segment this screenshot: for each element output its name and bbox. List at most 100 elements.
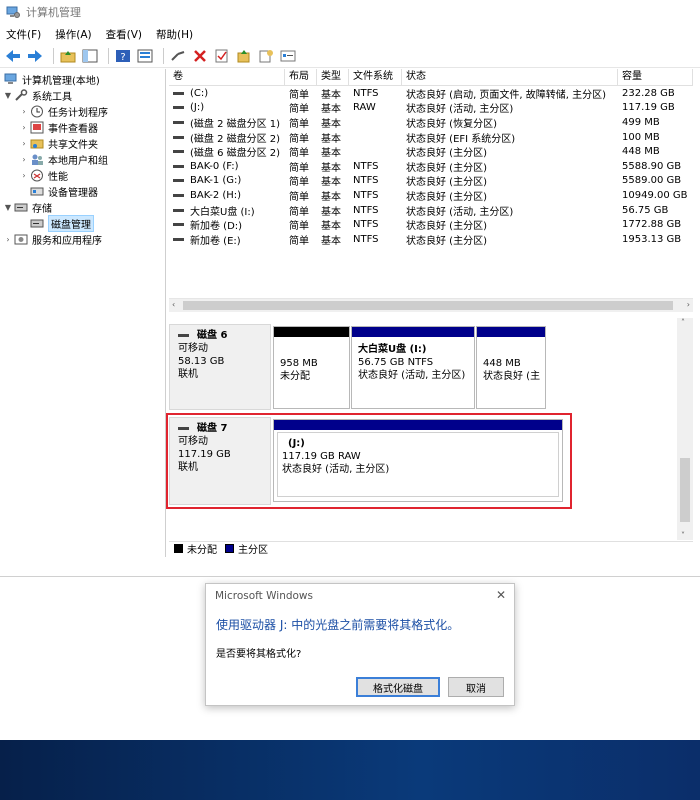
column-header-capacity[interactable]: 容量: [618, 69, 693, 85]
computer-management-window: 计算机管理 文件(F) 操作(A) 查看(V) 帮助(H) ? 计算机管理(本地…: [0, 0, 700, 577]
menu-view[interactable]: 查看(V): [106, 27, 142, 42]
help-icon[interactable]: ?: [114, 47, 132, 65]
menu-file[interactable]: 文件(F): [6, 27, 41, 42]
chevron-down-icon[interactable]: ▼: [2, 203, 14, 212]
scroll-up-icon[interactable]: ˄: [681, 318, 685, 327]
import-icon[interactable]: [235, 47, 253, 65]
scroll-right-icon[interactable]: ›: [687, 300, 690, 309]
tree-item-storage[interactable]: ▼ 存储: [0, 199, 165, 215]
type-cell: 基本: [321, 148, 341, 160]
tree-item-local-users[interactable]: › 本地用户和组: [0, 151, 165, 167]
volume-name: 新加卷 (E:): [190, 235, 241, 247]
tree-item-event-viewer[interactable]: › 事件查看器: [0, 119, 165, 135]
column-header-layout[interactable]: 布局: [285, 69, 317, 85]
volume-icon: [173, 208, 184, 212]
connect-icon[interactable]: [169, 47, 187, 65]
tree-item-root[interactable]: 计算机管理(本地): [0, 71, 165, 87]
column-header-volume[interactable]: 卷: [169, 69, 285, 85]
table-row[interactable]: BAK-2 (H:) 简单 基本 NTFS 状态良好 (主分区) 10949.00 GB: [169, 188, 693, 203]
delete-icon[interactable]: [191, 47, 209, 65]
table-row[interactable]: (J:) 简单 基本 RAW 状态良好 (活动, 主分区) 117.19 GB: [169, 101, 693, 116]
table-row[interactable]: 新加卷 (E:) 简单 基本 NTFS 状态良好 (主分区) 1953.13 GB: [169, 232, 693, 247]
tree-label: 事件查看器: [48, 123, 98, 135]
status-cell: 状态良好 (启动, 页面文件, 故障转储, 主分区): [406, 89, 607, 101]
chevron-right-icon[interactable]: ›: [18, 171, 30, 180]
chevron-right-icon[interactable]: ›: [18, 123, 30, 132]
back-arrow-icon[interactable]: [4, 47, 22, 65]
type-cell: 基本: [321, 162, 341, 174]
layout-cell: 简单: [289, 104, 309, 116]
status-cell: 状态良好 (主分区): [406, 177, 487, 189]
table-row[interactable]: 新加卷 (D:) 简单 基本 NTFS 状态良好 (主分区) 1772.88 GB: [169, 217, 693, 232]
format-disk-button[interactable]: 格式化磁盘: [356, 677, 440, 697]
chevron-right-icon[interactable]: ›: [18, 107, 30, 116]
table-row[interactable]: (磁盘 6 磁盘分区 2) 简单 基本 状态良好 (主分区) 448 MB: [169, 144, 693, 159]
vertical-scrollbar[interactable]: ˄ ˅: [677, 318, 693, 540]
volume-cell: (J:): [169, 102, 285, 113]
navigation-tree: 计算机管理(本地) ▼ 系统工具 › 任务计划程序 › 事件查看器 › 共享文件…: [0, 69, 166, 557]
volume-cell: BAK-0 (F:): [169, 161, 285, 172]
tree-item-performance[interactable]: › 性能: [0, 167, 165, 183]
type-cell: 基本: [321, 177, 341, 189]
cancel-button[interactable]: 取消: [448, 677, 504, 697]
filesystem-cell: NTFS: [353, 233, 379, 245]
show-hide-tree-icon[interactable]: [81, 47, 99, 65]
format-disk-dialog: Microsoft Windows ✕ 使用驱动器 J: 中的光盘之前需要将其格…: [205, 583, 515, 706]
volume-icon: [173, 193, 184, 197]
volume-cell: (磁盘 2 磁盘分区 1): [169, 115, 285, 130]
chevron-right-icon[interactable]: ›: [2, 235, 14, 244]
table-row[interactable]: (磁盘 2 磁盘分区 1) 简单 基本 状态良好 (恢复分区) 499 MB: [169, 115, 693, 130]
filesystem-cell: NTFS: [353, 160, 379, 172]
capacity-cell: 448 MB: [622, 146, 660, 158]
disk6-info[interactable]: 磁盘 6 可移动 58.13 GB 联机: [169, 324, 271, 410]
capacity-cell: 117.19 GB: [622, 102, 675, 114]
tree-item-device-manager[interactable]: 设备管理器: [0, 183, 165, 199]
type-cell: 基本: [321, 118, 341, 130]
check-icon[interactable]: [213, 47, 231, 65]
table-row[interactable]: 大白菜U盘 (I:) 简单 基本 NTFS 状态良好 (活动, 主分区) 56.75 GB: [169, 203, 693, 218]
chevron-right-icon[interactable]: ›: [18, 155, 30, 164]
capacity-cell: 499 MB: [622, 116, 660, 128]
tree-item-system-tools[interactable]: ▼ 系统工具: [0, 87, 165, 103]
legend-primary: 主分区: [238, 545, 268, 556]
chevron-down-icon[interactable]: ▼: [2, 91, 14, 100]
filesystem-cell: NTFS: [353, 219, 379, 231]
up-folder-icon[interactable]: [59, 47, 77, 65]
scroll-thumb[interactable]: [680, 458, 690, 522]
disk6-partition-i[interactable]: 大白菜U盘 (I:) 56.75 GB NTFS 状态良好 (活动, 主分区): [351, 326, 475, 409]
volume-icon: [173, 106, 184, 110]
close-icon[interactable]: ✕: [496, 588, 506, 602]
horizontal-scrollbar[interactable]: ‹ ›: [169, 298, 693, 312]
menu-help[interactable]: 帮助(H): [156, 27, 193, 42]
table-row[interactable]: (C:) 简单 基本 NTFS 状态良好 (启动, 页面文件, 故障转储, 主分区) 23…: [169, 86, 693, 101]
tree-item-disk-management[interactable]: 磁盘管理: [0, 214, 165, 232]
menu-action[interactable]: 操作(A): [55, 27, 91, 42]
chevron-right-icon[interactable]: ›: [18, 139, 30, 148]
tree-item-shared-folders[interactable]: › 共享文件夹: [0, 135, 165, 151]
forward-arrow-icon[interactable]: [26, 47, 44, 65]
tree-item-task-scheduler[interactable]: › 任务计划程序: [0, 103, 165, 119]
table-row[interactable]: BAK-1 (G:) 简单 基本 NTFS 状态良好 (主分区) 5589.00 GB: [169, 174, 693, 189]
table-row[interactable]: BAK-0 (F:) 简单 基本 NTFS 状态良好 (主分区) 5588.90 GB: [169, 159, 693, 174]
disk6-partition-unallocated[interactable]: 958 MB 未分配: [273, 326, 350, 409]
capacity-cell: 100 MB: [622, 131, 660, 143]
scroll-thumb[interactable]: [183, 301, 673, 310]
window-title: 计算机管理: [26, 6, 81, 19]
column-header-status[interactable]: 状态: [402, 69, 618, 85]
column-header-filesystem[interactable]: 文件系统: [349, 69, 402, 85]
settings-list-icon[interactable]: [279, 47, 297, 65]
layout-cell: 简单: [289, 235, 309, 247]
tree-item-services[interactable]: › 服务和应用程序: [0, 231, 165, 247]
device-manager-icon: [30, 185, 44, 198]
tree-label: 磁盘管理: [48, 214, 94, 232]
tree-label: 服务和应用程序: [32, 235, 102, 247]
type-cell: 基本: [321, 104, 341, 116]
column-header-type[interactable]: 类型: [317, 69, 349, 85]
scroll-down-icon[interactable]: ˅: [681, 531, 685, 540]
legend: 未分配 主分区: [169, 541, 693, 556]
table-row[interactable]: (磁盘 2 磁盘分区 2) 简单 基本 状态良好 (EFI 系统分区) 100 MB: [169, 130, 693, 145]
export-icon[interactable]: [257, 47, 275, 65]
properties-icon[interactable]: [136, 47, 154, 65]
disk6-partition-3[interactable]: 448 MB 状态良好 (主: [476, 326, 546, 409]
scroll-left-icon[interactable]: ‹: [172, 300, 175, 309]
